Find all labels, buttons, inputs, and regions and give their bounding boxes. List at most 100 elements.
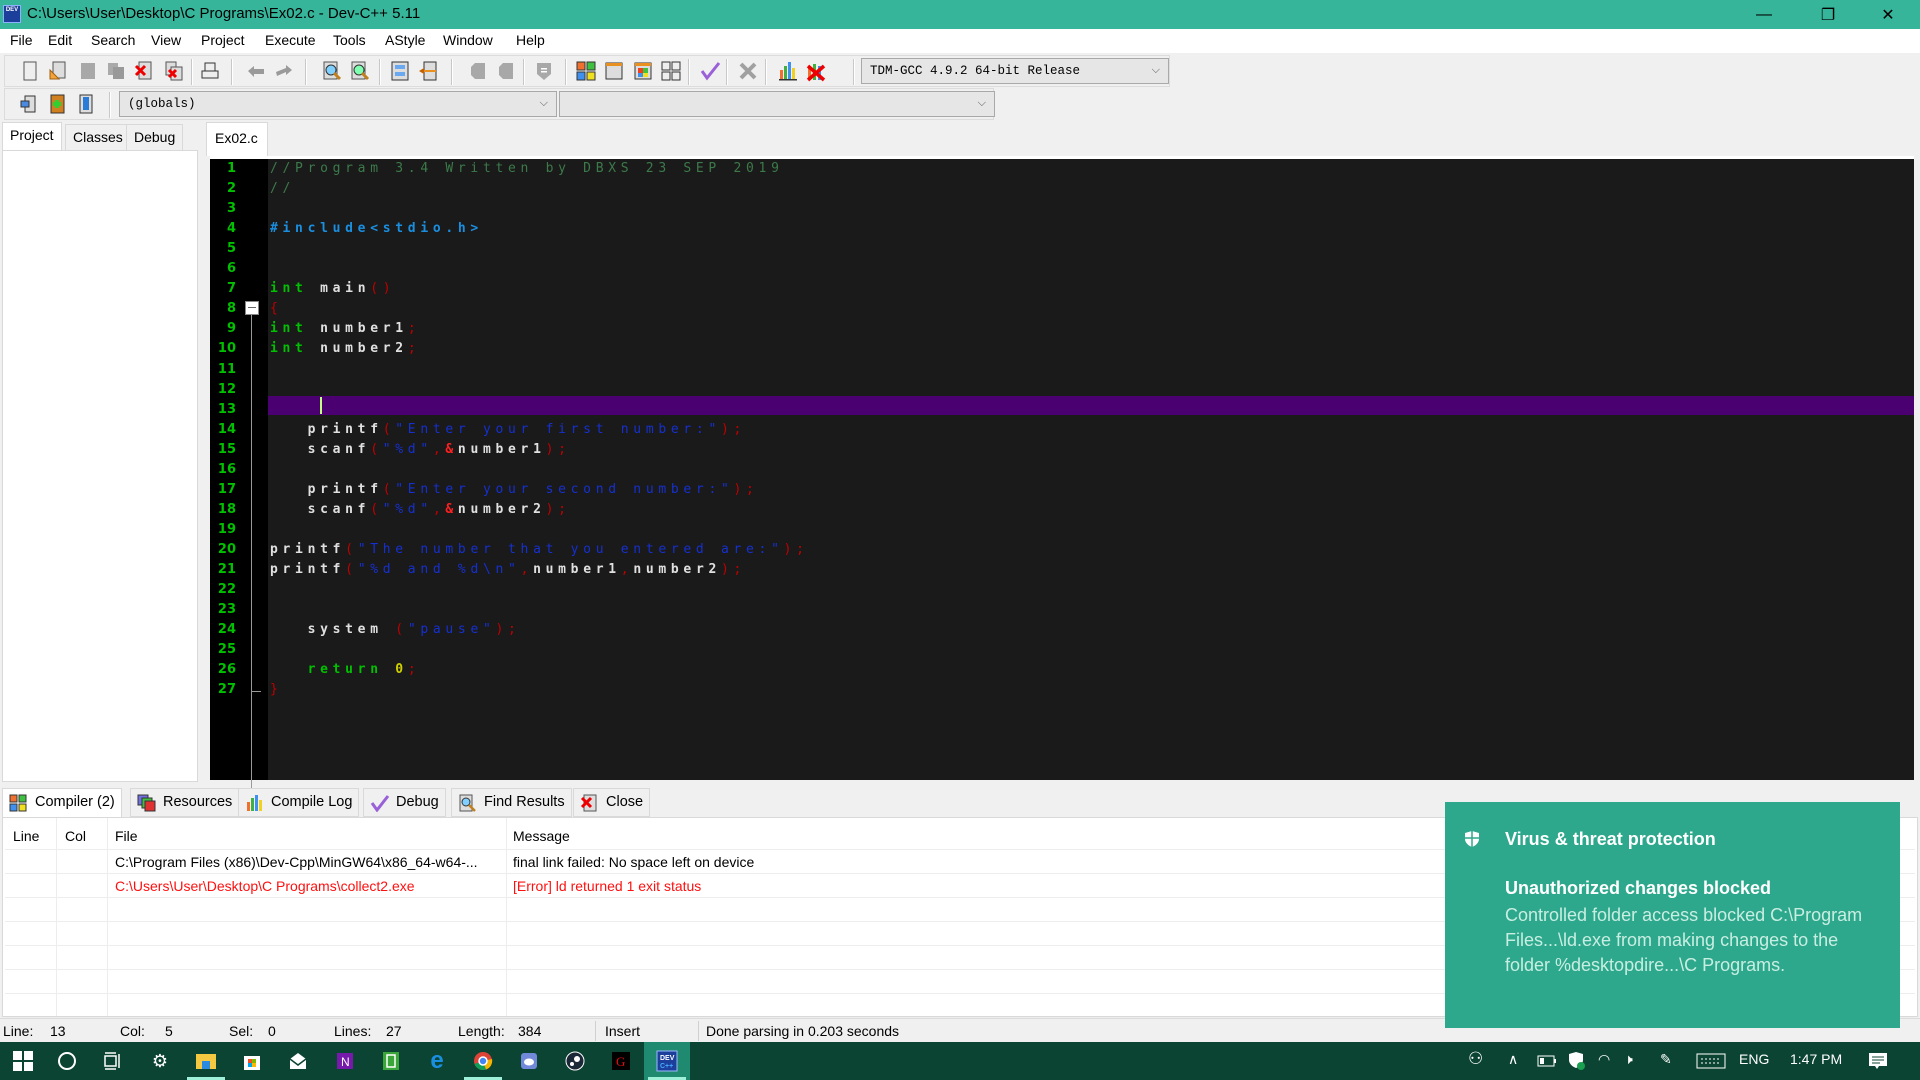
defender-shield-icon[interactable] [1567,1051,1587,1071]
editor-tab-ex02[interactable]: Ex02.c [206,122,268,156]
restore-button[interactable]: ❐ [1800,0,1856,29]
print-icon[interactable] [199,60,221,82]
onenote-app[interactable]: N [322,1042,368,1080]
mail-app[interactable] [275,1042,321,1080]
code-line[interactable]: int main() [270,281,395,296]
tab-debug-output[interactable]: Debug [363,788,446,817]
clock[interactable]: 1:47 PM [1790,1051,1842,1067]
code-line[interactable]: scanf("%d",&number1); [270,442,571,457]
wifi-icon[interactable]: ◠ [1598,1051,1610,1068]
toggle-bookmark-icon[interactable] [467,60,489,82]
file-explorer-app[interactable] [183,1042,229,1080]
code-line[interactable]: { [270,301,283,316]
discord-app[interactable] [506,1042,552,1080]
tab-find-results[interactable]: Find Results [451,788,572,817]
steam-app[interactable] [552,1042,598,1080]
minimize-button[interactable]: — [1736,0,1792,29]
tab-project[interactable]: Project [2,122,62,151]
tab-compile-log[interactable]: Compile Log [238,788,360,817]
code-line[interactable]: int number2; [270,341,420,356]
column-header-col[interactable]: Col [65,828,86,844]
tab-compiler[interactable]: Compiler (2) [2,788,122,817]
find-icon[interactable] [321,60,343,82]
stop-execution-icon[interactable] [737,60,759,82]
tab-debug[interactable]: Debug [126,124,184,150]
column-header-file[interactable]: File [115,828,138,844]
code-line[interactable]: // [270,181,295,196]
tab-classes[interactable]: Classes [65,124,131,150]
battery-icon[interactable] [1537,1055,1557,1067]
defender-toast-notification[interactable]: Virus & threat protection Unauthorized c… [1445,802,1900,1028]
store-app[interactable] [229,1042,275,1080]
code-line[interactable]: scanf("%d",&number2); [270,502,571,517]
tab-close[interactable]: Close [573,788,651,817]
garena-app[interactable]: G [598,1042,644,1080]
people-icon[interactable]: ⚇ [1468,1049,1483,1069]
menu-tools[interactable]: Tools [333,32,366,48]
scope-select[interactable]: (globals) ⌵ [119,91,557,117]
syntax-check-icon[interactable] [699,60,721,82]
code-line[interactable]: #include<stdio.h> [270,221,483,236]
insert-icon[interactable] [17,93,39,115]
undo-icon[interactable] [245,60,267,82]
indent-icon[interactable] [389,60,411,82]
chrome-app[interactable] [460,1042,506,1080]
action-center-icon[interactable] [1868,1052,1888,1070]
cortana-button[interactable] [44,1042,90,1080]
notes-app[interactable] [368,1042,414,1080]
profile-icon[interactable] [777,60,799,82]
menu-file[interactable]: File [10,32,33,48]
code-line[interactable]: system ("pause"); [270,622,521,637]
column-header-line[interactable]: Line [13,828,39,844]
show-hidden-icons-chevron[interactable]: ∧ [1508,1051,1518,1068]
save-icon[interactable] [77,60,99,82]
delete-profile-icon[interactable] [805,60,827,82]
comment-icon[interactable] [533,60,555,82]
pen-workspace-icon[interactable]: ✎ [1660,1051,1672,1068]
edge-app[interactable]: e [414,1042,460,1080]
code-line[interactable]: int number1; [270,321,420,336]
code-line[interactable]: } [270,682,283,697]
replace-icon[interactable] [349,60,371,82]
menu-execute[interactable]: Execute [265,32,316,48]
save-all-icon[interactable] [105,60,127,82]
menu-project[interactable]: Project [201,32,245,48]
code-line[interactable]: printf("%d and %d\n",number1,number2); [270,562,746,577]
menu-help[interactable]: Help [516,32,545,48]
new-file-icon[interactable] [19,60,41,82]
start-button[interactable] [0,1042,46,1080]
goto-line-icon[interactable] [417,60,439,82]
menu-view[interactable]: View [151,32,181,48]
open-file-icon[interactable] [47,60,69,82]
close-all-icon[interactable] [163,60,185,82]
menu-astyle[interactable]: AStyle [385,32,425,48]
compiler-select[interactable]: TDM-GCC 4.9.2 64-bit Release ⌵ [861,58,1169,84]
code-line[interactable]: printf("Enter your first number:"); [270,422,746,437]
compile-icon[interactable] [575,60,597,82]
menu-search[interactable]: Search [91,32,135,48]
menu-edit[interactable]: Edit [48,32,72,48]
code-line[interactable]: //Program 3.4 Written by DBXS 23 SEP 201… [270,161,784,176]
close-file-icon[interactable] [133,60,155,82]
bookmark-icon[interactable] [75,93,97,115]
project-browser-panel[interactable] [2,150,198,782]
function-select[interactable]: ⌵ [559,91,995,117]
touch-keyboard-icon[interactable] [1696,1053,1726,1069]
task-view-button[interactable] [89,1042,135,1080]
compile-run-icon[interactable] [632,60,654,82]
volume-icon[interactable]: 🕨 [1624,1051,1633,1068]
toggle-add-icon[interactable] [45,93,67,115]
run-icon[interactable] [603,60,625,82]
menu-window[interactable]: Window [443,32,493,48]
code-line[interactable]: return 0; [270,662,420,677]
goto-bookmark-icon[interactable] [495,60,517,82]
code-line[interactable]: printf("The number that you entered are:… [270,542,809,557]
settings-app[interactable]: ⚙ [137,1042,183,1080]
column-header-message[interactable]: Message [513,828,570,844]
code-editor[interactable]: 1 2 3 4 5 6 7 8 9 10 11 12 13 14 15 16 17 18 19 20 21 22 23 24 2… [210,156,1914,847]
redo-icon[interactable] [273,60,295,82]
rebuild-all-icon[interactable] [660,60,682,82]
close-button[interactable]: ✕ [1860,0,1916,29]
code-line[interactable]: printf("Enter your second number:"); [270,482,759,497]
tab-resources[interactable]: Resources [130,788,240,817]
